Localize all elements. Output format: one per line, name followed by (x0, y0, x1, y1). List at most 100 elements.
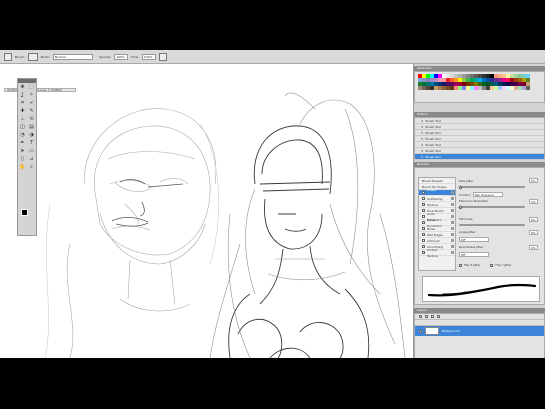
gradient-icon[interactable]: ▤ (28, 124, 36, 131)
flow-field[interactable]: 100% (141, 53, 156, 60)
hand-icon[interactable]: ✋ (19, 164, 27, 171)
brush-setting-checkbox[interactable] (422, 245, 425, 248)
eyedropper-icon[interactable]: ⊿ (28, 156, 36, 163)
mode-select[interactable]: Normal (52, 53, 93, 60)
blur-icon[interactable]: ◔ (19, 132, 27, 139)
pen-icon[interactable]: ✒ (19, 140, 27, 147)
roundness-value[interactable]: 0% (529, 245, 538, 250)
lock-transparency-icon[interactable] (419, 315, 422, 318)
layer-name: Background (442, 329, 460, 333)
brushes-panel: Brush Presets Brush Tip Shape Shape Dynami… (414, 167, 545, 305)
min-diameter-slider[interactable] (459, 206, 525, 208)
lock-icon[interactable] (451, 221, 455, 224)
foreground-color-swatch[interactable] (21, 209, 28, 216)
brush-settings-options: Size Jitter 0% Control: Pen Pressure Min… (458, 177, 543, 271)
move-icon[interactable]: ✥ (19, 84, 27, 91)
control2-select[interactable]: Off (459, 237, 489, 242)
brush-icon[interactable]: ✎ (28, 108, 36, 115)
brush-setting-checkbox[interactable] (422, 227, 425, 230)
history-item-label: Brush Tool (425, 136, 441, 141)
brush-setting-checkbox[interactable] (422, 203, 425, 206)
tilt-value[interactable]: 0% (529, 217, 538, 222)
mode-label: Mode: (40, 54, 50, 59)
sketch-canvas[interactable] (0, 64, 414, 358)
opacity-label: Opacity: (98, 54, 112, 59)
color-swatch[interactable] (526, 86, 530, 90)
stamp-icon[interactable]: ⊥ (19, 116, 27, 123)
brush-icon: ✎ (421, 130, 424, 135)
history-brush-icon[interactable]: ⟲ (28, 116, 36, 123)
tilt-slider[interactable] (459, 224, 525, 226)
lock-icon[interactable] (451, 191, 454, 194)
flip-x-checkbox[interactable] (459, 263, 462, 267)
lock-icon[interactable] (451, 197, 454, 200)
history-item-label: Brush Tool (425, 148, 441, 153)
lasso-icon[interactable]: ʆ (19, 92, 27, 99)
control2-row: Off (459, 237, 489, 242)
lock-icon[interactable] (451, 233, 454, 236)
brush-setting-item[interactable]: Protect Texture (419, 247, 455, 258)
tilt-row: Tilt Scale (459, 217, 473, 221)
lock-icon[interactable] (451, 215, 454, 218)
opacity-field[interactable]: 100% (114, 53, 129, 60)
dodge-icon[interactable]: ◑ (28, 132, 36, 139)
swatches-grid (415, 72, 544, 92)
size-jitter-value[interactable]: 0% (529, 178, 538, 183)
path-select-icon[interactable]: ➤ (19, 148, 27, 155)
brush-setting-checkbox[interactable] (422, 191, 425, 194)
letterbox-bottom (0, 358, 545, 409)
lock-icon[interactable] (451, 251, 454, 254)
brush-tool-icon[interactable] (4, 52, 12, 61)
control-label: Control: (459, 192, 471, 197)
brush-setting-checkbox[interactable] (422, 233, 425, 236)
angle-jitter-label: Angle Jitter (459, 230, 476, 234)
lock-position-icon[interactable] (431, 315, 434, 318)
lock-icon[interactable] (451, 245, 454, 248)
brush-setting-checkbox[interactable] (422, 239, 425, 242)
eye-icon[interactable] (419, 329, 422, 333)
eraser-icon[interactable]: ◫ (19, 124, 27, 131)
min-diameter-knob[interactable] (458, 205, 463, 210)
lock-icon[interactable] (451, 209, 454, 212)
lock-all-icon[interactable] (437, 315, 440, 318)
flip-row: Flip X Jitter Flip Y Jitter (459, 263, 512, 267)
brush-setting-checkbox[interactable] (422, 251, 425, 254)
airbrush-icon[interactable] (158, 52, 167, 61)
angle-jitter-value[interactable]: 0% (529, 230, 538, 235)
tool-grid: ✥ ⬚ ʆ ✧ ⌗ ⌿ ✚ ✎ ⊥ ⟲ ◫ ▤ ◔ ◑ ✒ T ➤ ▭ ▯ ⊿ ✋ ⌕ (18, 83, 36, 172)
magic-wand-icon[interactable]: ✧ (28, 92, 36, 99)
layer-row[interactable]: Background (415, 326, 544, 336)
shape-icon[interactable]: ▭ (28, 148, 36, 155)
control3-select[interactable]: Off (459, 252, 489, 257)
angle-jitter-row: Angle Jitter (459, 230, 476, 234)
type-icon[interactable]: T (28, 140, 36, 147)
control-select[interactable]: Pen Pressure (472, 192, 503, 197)
brush-setting-checkbox[interactable] (422, 221, 425, 224)
lock-icon[interactable] (451, 239, 454, 242)
lock-pixels-icon[interactable] (425, 315, 428, 318)
notes-icon[interactable]: ▯ (19, 156, 27, 163)
brush-setting-checkbox[interactable] (422, 197, 425, 200)
lock-icon[interactable] (451, 227, 454, 230)
history-item-label: Brush Tool (425, 142, 441, 147)
brush-setting-checkbox[interactable] (422, 215, 425, 218)
slice-icon[interactable]: ⌿ (28, 100, 36, 107)
control-row: Control: Pen Pressure (459, 192, 503, 197)
swatches-panel (414, 71, 545, 103)
lock-icon[interactable] (451, 203, 454, 206)
brush-setting-checkbox[interactable] (422, 209, 425, 212)
marquee-icon[interactable]: ⬚ (28, 84, 36, 91)
brush-preset-picker[interactable] (27, 52, 38, 61)
brush-setting-label: Protect Texture (426, 247, 438, 258)
size-jitter-knob[interactable] (458, 185, 463, 190)
history-item[interactable]: ✎ Brush Tool (415, 154, 544, 160)
size-jitter-slider[interactable] (459, 186, 525, 188)
size-jitter-label: Size Jitter (459, 179, 474, 183)
healing-icon[interactable]: ✚ (19, 108, 27, 115)
min-diameter-value[interactable]: 0% (529, 199, 538, 204)
crop-icon[interactable]: ⌗ (19, 100, 27, 107)
flip-y-checkbox[interactable] (490, 263, 494, 267)
sketch-drawing (44, 92, 406, 358)
zoom-icon[interactable]: ⌕ (28, 164, 36, 171)
document-tab[interactable]: Untitled-1 @ 66.7% (Layer 1, RGB/8) (4, 88, 76, 92)
